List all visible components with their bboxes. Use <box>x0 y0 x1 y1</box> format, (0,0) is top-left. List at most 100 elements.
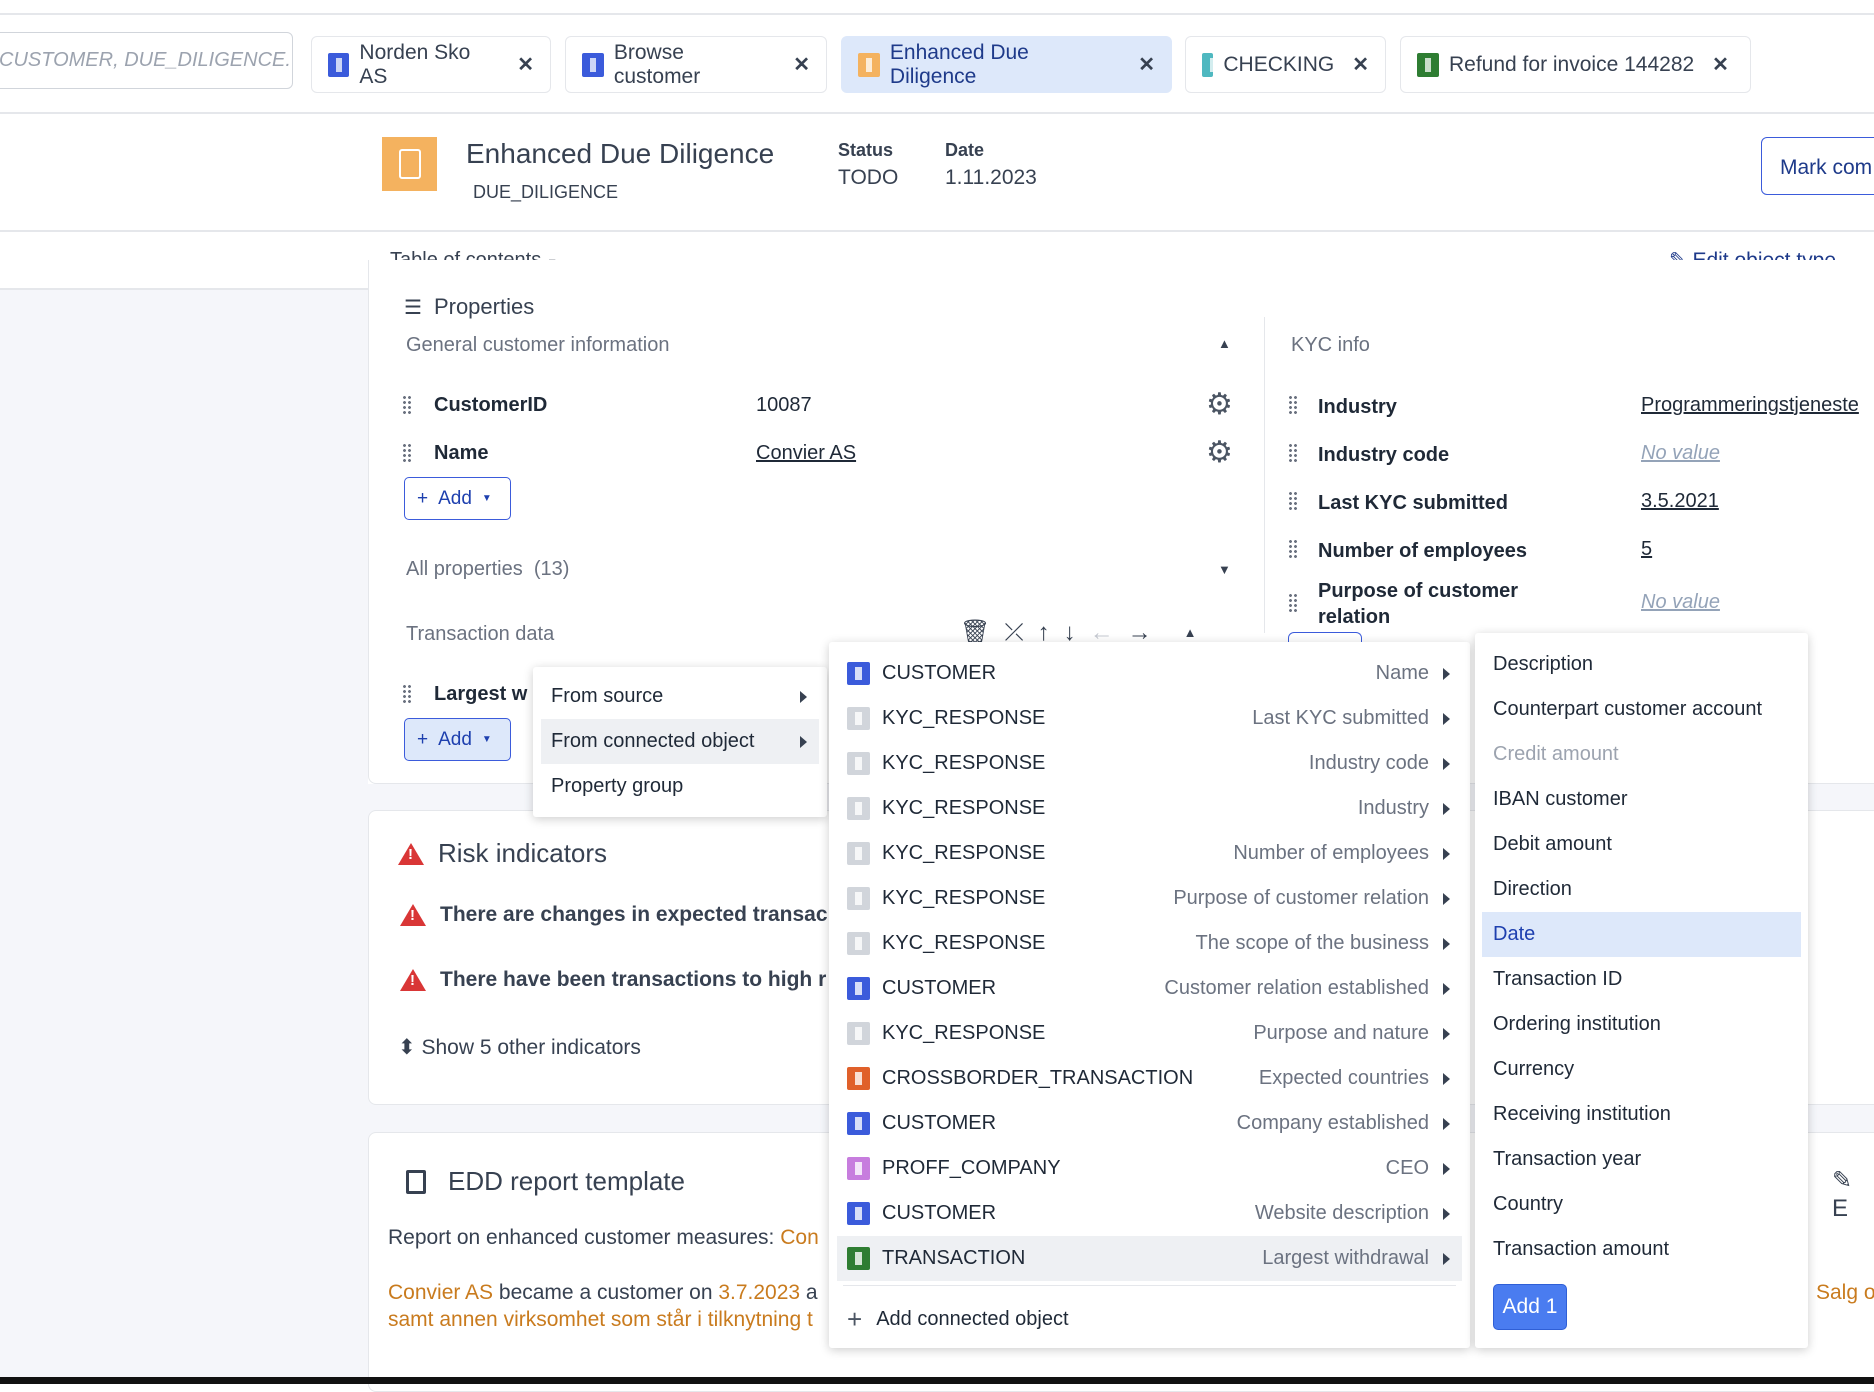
field-option-label: Counterpart customer account <box>1493 698 1763 720</box>
all-properties-label: All properties <box>406 558 523 580</box>
object-type-name: CUSTOMER <box>882 1112 997 1134</box>
drag-handle-icon[interactable] <box>1288 593 1298 613</box>
report-variable[interactable]: Salg o <box>1816 1281 1874 1305</box>
drag-handle-icon[interactable] <box>1288 539 1298 559</box>
field-option[interactable]: Debit amount <box>1475 822 1808 867</box>
expand-icon: ⬍ <box>398 1036 416 1059</box>
show-more-label: Show 5 other indicators <box>421 1036 641 1059</box>
status-value[interactable]: TODO <box>838 166 898 190</box>
chevron-right-icon <box>1443 937 1450 950</box>
all-properties-count: (13) <box>533 558 570 580</box>
field-option[interactable]: IBAN customer <box>1475 777 1808 822</box>
chevron-down-icon: ▼ <box>481 734 492 745</box>
property-value-link[interactable]: Convier AS <box>756 442 856 465</box>
report-variable[interactable]: 3.7.2023 <box>718 1281 800 1304</box>
field-option[interactable]: Direction <box>1475 867 1808 912</box>
mark-complete-button[interactable]: Mark com <box>1761 137 1874 195</box>
close-icon[interactable]: ✕ <box>1352 52 1369 77</box>
gear-icon[interactable]: ⚙ <box>1206 438 1233 468</box>
warning-icon <box>400 969 426 991</box>
add-property-button[interactable]: + Add ▼ <box>404 477 511 520</box>
menu-item-from-connected-object[interactable]: From connected object <box>541 719 819 764</box>
report-edit-button[interactable]: ✎ E <box>1832 1166 1874 1223</box>
connected-object-item[interactable]: KYC_RESPONSE Industry <box>829 786 1470 831</box>
pencil-icon: ✎ <box>1832 1167 1853 1194</box>
expand-caret-icon[interactable]: ▼ <box>1218 562 1231 577</box>
tab-label: Browse customer <box>613 40 701 88</box>
property-value: 10087 <box>756 394 812 416</box>
tab[interactable]: Refund for invoice 144282 ✕ <box>1400 36 1751 93</box>
drag-handle-icon[interactable] <box>1288 491 1298 511</box>
field-option[interactable]: Counterpart customer account <box>1475 687 1808 732</box>
drag-handle-icon[interactable] <box>402 443 412 463</box>
field-option[interactable]: Transaction ID <box>1475 957 1808 1002</box>
field-option-label: Currency <box>1493 1058 1575 1080</box>
plus-icon: + <box>847 1304 863 1334</box>
add-fields-button[interactable]: Add 1 <box>1493 1284 1567 1330</box>
connected-object-item[interactable]: CUSTOMER Website description <box>829 1191 1470 1236</box>
tab[interactable]: CHECKING ✕ <box>1185 36 1386 93</box>
property-value-link[interactable]: No value <box>1641 591 1720 614</box>
risk-indicator-item[interactable]: There have been transactions to high r <box>400 968 826 992</box>
report-variable[interactable]: Con <box>780 1226 819 1249</box>
field-option-label: Receiving institution <box>1493 1103 1671 1125</box>
tab[interactable]: Enhanced Due Diligence ✕ <box>841 36 1172 93</box>
menu-item-label: From connected object <box>551 730 755 752</box>
field-option-label: Direction <box>1493 878 1572 900</box>
report-line-2: Convier AS became a customer on 3.7.2023… <box>388 1281 818 1305</box>
add-connected-object-button[interactable]: + Add connected object <box>829 1297 1470 1342</box>
close-icon[interactable]: ✕ <box>793 52 810 77</box>
menu-item-property-group[interactable]: Property group <box>533 764 827 809</box>
connected-object-item[interactable]: KYC_RESPONSE Number of employees <box>829 831 1470 876</box>
property-value-link[interactable]: Programmeringstjeneste <box>1641 394 1859 417</box>
connected-object-item[interactable]: CUSTOMER Name <box>829 651 1470 696</box>
drag-handle-icon[interactable] <box>1288 443 1298 463</box>
collapse-caret-icon[interactable]: ▲ <box>1218 336 1231 351</box>
field-option[interactable]: Country <box>1475 1182 1808 1227</box>
add-property-button-active[interactable]: + Add ▼ <box>404 718 511 761</box>
collapse-caret-icon[interactable]: ▲ <box>1184 625 1197 640</box>
connected-object-item[interactable]: PROFF_COMPANY CEO <box>829 1146 1470 1191</box>
show-more-indicators[interactable]: ⬍ Show 5 other indicators <box>398 1035 641 1060</box>
close-icon[interactable]: ✕ <box>1712 52 1729 77</box>
close-icon[interactable]: ✕ <box>1138 52 1155 77</box>
property-value-link[interactable]: No value <box>1641 442 1720 465</box>
chevron-right-icon <box>1443 667 1450 680</box>
tab[interactable]: Norden Sko AS ✕ <box>311 36 551 93</box>
all-properties-toggle[interactable]: All properties (13) <box>406 558 569 581</box>
menu-item-from-source[interactable]: From source <box>533 674 827 719</box>
property-value-link[interactable]: 5 <box>1641 538 1652 561</box>
close-icon[interactable]: ✕ <box>517 52 534 77</box>
connected-object-item[interactable]: CUSTOMER Customer relation established <box>829 966 1470 1011</box>
connected-object-item[interactable]: CUSTOMER Company established <box>829 1101 1470 1146</box>
chevron-right-icon <box>1443 982 1450 995</box>
chevron-right-icon <box>1443 847 1450 860</box>
field-option-label: Transaction ID <box>1493 968 1623 990</box>
field-option[interactable]: Date <box>1482 912 1801 957</box>
field-option[interactable]: Description <box>1475 642 1808 687</box>
gear-icon[interactable]: ⚙ <box>1206 390 1233 420</box>
field-option[interactable]: Currency <box>1475 1047 1808 1092</box>
risk-indicator-item[interactable]: There are changes in expected transac <box>400 903 828 927</box>
report-variable[interactable]: Convier AS <box>388 1281 493 1304</box>
field-option[interactable]: Transaction amount <box>1475 1227 1808 1272</box>
field-option[interactable]: Ordering institution <box>1475 1002 1808 1047</box>
connected-object-item[interactable]: KYC_RESPONSE The scope of the business <box>829 921 1470 966</box>
connected-object-item[interactable]: TRANSACTION Largest withdrawal <box>837 1236 1462 1281</box>
field-option[interactable]: Transaction year <box>1475 1137 1808 1182</box>
drag-handle-icon[interactable] <box>402 395 412 415</box>
connected-object-item[interactable]: KYC_RESPONSE Last KYC submitted <box>829 696 1470 741</box>
tab[interactable]: Browse customer ✕ <box>565 36 827 93</box>
connected-object-item[interactable]: KYC_RESPONSE Industry code <box>829 741 1470 786</box>
object-type-icon <box>858 52 880 77</box>
property-value-link[interactable]: 3.5.2021 <box>1641 490 1719 513</box>
field-option[interactable]: Receiving institution <box>1475 1092 1808 1137</box>
transaction-section-title: Transaction data <box>406 623 555 645</box>
property-name: Customer relation established <box>1164 977 1429 999</box>
drag-handle-icon[interactable] <box>402 684 412 704</box>
connected-object-item[interactable]: KYC_RESPONSE Purpose and nature <box>829 1011 1470 1056</box>
search-input[interactable]: CUSTOMER, DUE_DILIGENCE. <box>0 32 293 89</box>
connected-object-item[interactable]: CROSSBORDER_TRANSACTION Expected countrie… <box>829 1056 1470 1101</box>
connected-object-item[interactable]: KYC_RESPONSE Purpose of customer relation <box>829 876 1470 921</box>
drag-handle-icon[interactable] <box>1288 395 1298 415</box>
